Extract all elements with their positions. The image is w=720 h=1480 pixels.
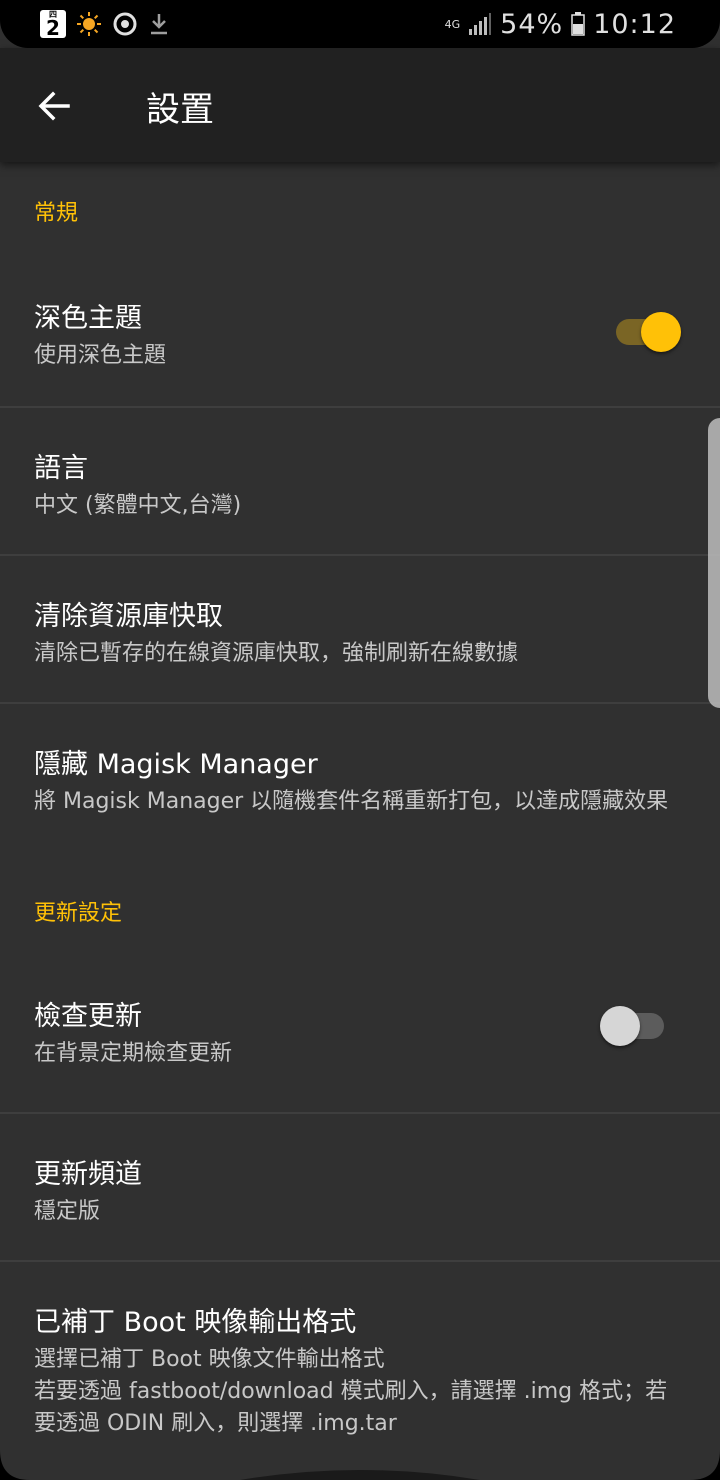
sim-badge-top: 四 (49, 10, 57, 19)
pref-dark-theme[interactable]: 深色主題 使用深色主題 (0, 260, 720, 408)
status-bar: 四 2 4G 54% 10:12 (0, 0, 720, 48)
pref-boot-format[interactable]: 已補丁 Boot 映像輸出格式 選擇已補丁 Boot 映像文件輸出格式 若要透過… (0, 1262, 720, 1472)
pref-title: 檢查更新 (34, 1001, 142, 1032)
pref-check-update[interactable]: 檢查更新 在背景定期檢查更新 (0, 970, 720, 1114)
pref-title: 語言 (34, 453, 88, 484)
pref-language[interactable]: 語言 中文 (繁體中文,台灣) (0, 408, 720, 556)
sync-circle-icon (113, 12, 137, 36)
clock: 10:12 (593, 8, 676, 40)
check-update-switch[interactable] (600, 1006, 666, 1046)
sim-badge-icon: 四 2 (40, 10, 66, 38)
app-toolbar: 設置 (0, 48, 720, 162)
pref-update-channel[interactable]: 更新頻道 穩定版 (0, 1114, 720, 1262)
signal-icon (469, 13, 492, 35)
battery-percent: 54% (500, 8, 564, 40)
battery-icon (571, 12, 585, 36)
pref-title: 清除資源庫快取 (34, 601, 223, 632)
status-right-icons: 4G 54% 10:12 (445, 8, 676, 40)
dark-theme-switch[interactable] (616, 312, 682, 352)
settings-list: 常規 深色主題 使用深色主題 語言 中文 (繁體中文,台灣) 清除資源庫快取 清… (0, 162, 720, 1472)
weather-sun-icon (77, 12, 101, 36)
network-type: 4G (444, 17, 461, 31)
pref-hide-manager[interactable]: 隱藏 Magisk Manager 將 Magisk Manager 以隨機套件… (0, 704, 720, 882)
pref-title: 已補丁 Boot 映像輸出格式 (34, 1307, 357, 1338)
pref-summary: 穩定版 (34, 1199, 101, 1224)
pref-title: 深色主題 (34, 303, 142, 334)
section-header-general: 常規 (34, 201, 79, 226)
pref-summary: 在背景定期檢查更新 (34, 1041, 233, 1066)
download-icon (151, 14, 167, 35)
sim-badge-number: 2 (46, 16, 60, 40)
pref-title: 更新頻道 (34, 1159, 142, 1190)
edge-panel-handle[interactable] (708, 418, 720, 708)
pref-clear-cache[interactable]: 清除資源庫快取 清除已暫存的在線資源庫快取，強制刷新在線數據 (0, 556, 720, 704)
pref-summary: 清除已暫存的在線資源庫快取，強制刷新在線數據 (34, 641, 519, 666)
page-title: 設置 (146, 90, 214, 130)
pref-summary: 將 Magisk Manager 以隨機套件名稱重新打包，以達成隱藏效果 (34, 789, 669, 814)
pref-title: 隱藏 Magisk Manager (34, 749, 318, 780)
section-header-update: 更新設定 (34, 901, 123, 926)
arrow-back-icon (38, 91, 70, 121)
pref-summary-line2: 若要透過 fastboot/download 模式刷入，請選擇 .img 格式；… (34, 1379, 668, 1436)
back-button[interactable] (22, 76, 86, 136)
pref-summary-line1: 選擇已補丁 Boot 映像文件輸出格式 (34, 1347, 385, 1372)
pref-summary: 使用深色主題 (34, 343, 167, 368)
status-left-icons: 四 2 (40, 8, 170, 40)
pref-summary: 中文 (繁體中文,台灣) (34, 493, 242, 518)
